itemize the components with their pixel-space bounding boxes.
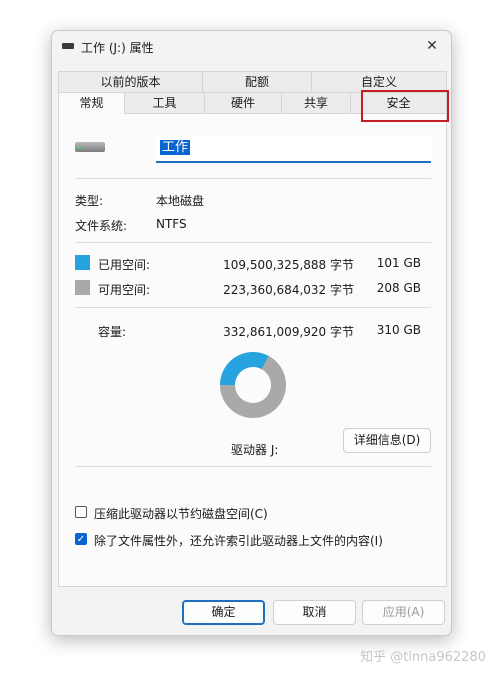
tab-hardware[interactable]: 硬件 xyxy=(204,92,282,113)
filesystem-label: 文件系统: xyxy=(75,219,128,233)
capacity-bytes: 332,861,009,920 字节 xyxy=(223,325,354,339)
cancel-button[interactable]: 取消 xyxy=(273,600,356,625)
general-panel: 工作 类型: 本地磁盘 文件系统: NTFS 已用空间: 109,500,325… xyxy=(58,113,447,587)
drive-name-input[interactable]: 工作 xyxy=(156,136,431,163)
properties-dialog: 工作 (J:) 属性 ✕ 以前的版本 配额 自定义 常规 工具 硬件 共享 安全… xyxy=(51,30,452,636)
watermark: 知乎 @tinna962280 xyxy=(360,650,486,665)
type-value: 本地磁盘 xyxy=(156,194,205,208)
ok-button[interactable]: 确定 xyxy=(182,600,265,625)
free-space-swatch xyxy=(75,280,90,295)
compress-label[interactable]: 压缩此驱动器以节约磁盘空间(C) xyxy=(94,505,268,522)
title-bar: 工作 (J:) 属性 ✕ xyxy=(52,31,451,61)
drive-name-text: 工作 xyxy=(160,140,191,155)
capacity-label: 容量: xyxy=(98,325,127,339)
tab-sharing[interactable]: 共享 xyxy=(281,92,351,113)
filesystem-value: NTFS xyxy=(156,217,187,231)
drive-letter-label: 驱动器 J: xyxy=(231,443,279,457)
free-space-size: 208 GB xyxy=(376,281,421,295)
details-button[interactable]: 详细信息(D) xyxy=(343,428,431,453)
used-space-label: 已用空间: xyxy=(98,258,151,272)
divider xyxy=(75,466,431,467)
used-space-size: 101 GB xyxy=(376,256,421,270)
tab-tools[interactable]: 工具 xyxy=(124,92,205,113)
apply-button[interactable]: 应用(A) xyxy=(362,600,445,625)
tab-row-bottom: 常规 工具 硬件 共享 安全 xyxy=(58,92,447,114)
divider xyxy=(75,307,431,308)
index-label[interactable]: 除了文件属性外，还允许索引此驱动器上文件的内容(I) xyxy=(94,532,383,549)
tab-customize[interactable]: 自定义 xyxy=(311,71,447,92)
tab-row-top: 以前的版本 配额 自定义 xyxy=(58,71,447,92)
disk-usage-donut xyxy=(220,352,286,418)
index-checkbox[interactable]: ✓ xyxy=(75,533,87,545)
free-space-label: 可用空间: xyxy=(98,283,151,297)
drive-icon xyxy=(62,43,74,49)
used-space-bytes: 109,500,325,888 字节 xyxy=(223,258,354,272)
tab-quota[interactable]: 配额 xyxy=(202,71,312,92)
compress-checkbox[interactable] xyxy=(75,506,87,518)
divider xyxy=(75,178,431,179)
tab-previous-versions[interactable]: 以前的版本 xyxy=(58,71,203,92)
divider xyxy=(75,242,431,243)
free-space-bytes: 223,360,684,032 字节 xyxy=(223,283,354,297)
hard-drive-icon xyxy=(75,142,105,152)
close-button[interactable]: ✕ xyxy=(419,34,445,58)
window-title: 工作 (J:) 属性 xyxy=(81,41,154,55)
tab-general[interactable]: 常规 xyxy=(58,92,125,114)
used-space-swatch xyxy=(75,255,90,270)
tab-security[interactable]: 安全 xyxy=(350,92,447,113)
capacity-size: 310 GB xyxy=(376,323,421,337)
type-label: 类型: xyxy=(75,194,104,208)
